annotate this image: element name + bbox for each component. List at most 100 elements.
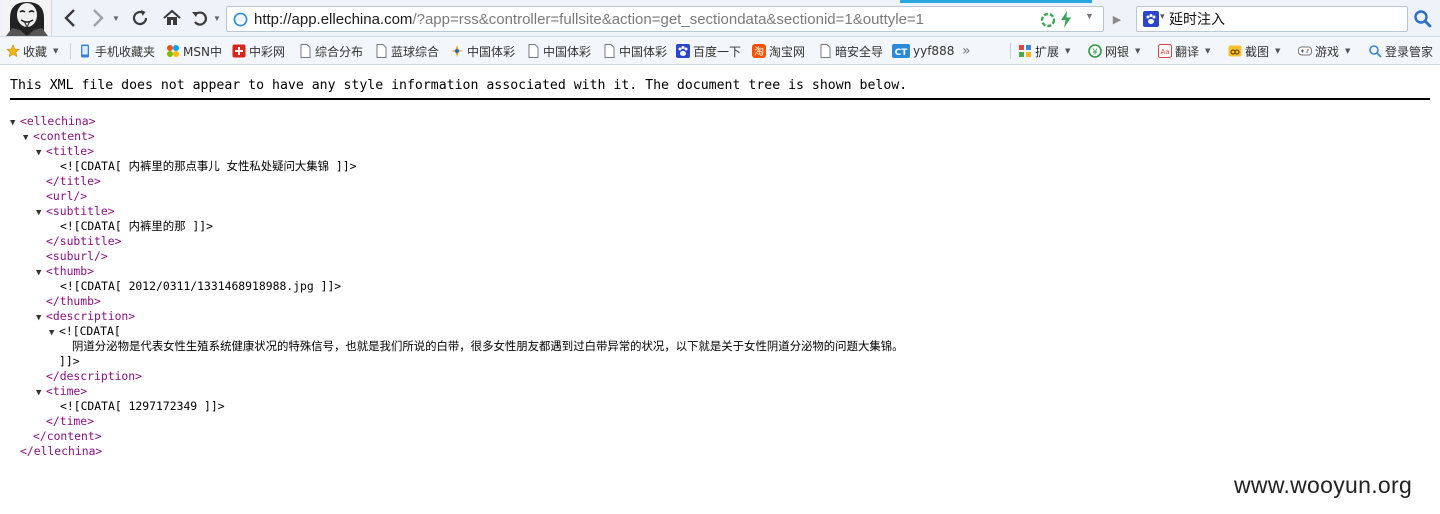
address-bar[interactable]: http://app.ellechina.com/?app=rss&contro… [226,6,1104,32]
toolbar-extensions[interactable]: 扩展 ▼ [1018,37,1070,65]
svg-text:淘: 淘 [754,45,764,58]
bookmark-ticai-2[interactable]: 中国体彩 [526,37,591,65]
bookmark-label: 百度一下 [693,44,742,59]
url-host: http://app.ellechina.com [254,11,413,28]
search-input[interactable] [1169,9,1399,29]
browser-toolbar: ▼ ▼ http://app.ellechina.com/?app=rss&co… [0,0,1440,37]
xml-line: ▼ <thumb> [10,264,904,279]
forward-button[interactable] [86,6,110,30]
bookmarks-more-button[interactable]: » [962,37,971,65]
xml-tag: <ellechina> [20,114,96,128]
xml-cdata: <![CDATA[ [59,324,121,338]
speed-mode-icon[interactable] [1060,11,1072,28]
go-button[interactable]: ▶ [1109,10,1125,28]
svg-text:¥: ¥ [1092,48,1097,57]
xml-line: </title> [10,174,904,189]
page-icon [298,44,312,58]
home-button[interactable] [160,6,184,30]
bookmark-yyf888[interactable]: CT yyf888 [892,37,954,65]
baidu-paw-icon [676,44,690,58]
address-history-dropdown[interactable]: ▼ [1085,11,1094,21]
chevron-down-icon: ▼ [213,13,221,23]
bookmark-anquan[interactable]: 暗安全导 [818,37,883,65]
svg-text:CT: CT [895,48,909,58]
bookmark-zonghe[interactable]: 综合分布 [298,37,363,65]
bookmark-favorites[interactable]: 收藏 ▼ [6,37,58,65]
home-icon [163,9,181,25]
bookmark-mobile[interactable]: 手机收藏夹 [78,37,155,65]
xml-line: </description> [10,369,904,384]
xml-line: <![CDATA[ 1297172349 ]]> [10,399,904,414]
toolbar-screenshot[interactable]: 截图 ▼ [1228,37,1280,65]
xml-line: </content> [10,429,904,444]
toolbar-games[interactable]: 游戏 ▼ [1298,37,1350,65]
loading-strip [900,0,1092,3]
xml-line: ▼ <description> [10,309,904,324]
bookmark-label: 手机收藏夹 [95,44,156,59]
bookmark-baidu[interactable]: 百度一下 [676,37,741,65]
xml-tag: </subtitle> [46,234,122,248]
security-check-icon[interactable] [1040,12,1056,28]
xml-cdata: <![CDATA[ 2012/0311/1331468918988.jpg ]]… [60,279,342,293]
bookmark-label: 蓝球综合 [391,44,440,59]
bookmark-separator [70,43,71,59]
xml-line: <![CDATA[ 2012/0311/1331468918988.jpg ]]… [10,279,904,294]
toolbar-label: 截图 [1245,44,1270,59]
search-button[interactable] [1410,6,1436,32]
xml-tag: <title> [46,144,95,158]
bookmark-zhongcai[interactable]: 中彩网 [232,37,285,65]
reload-icon [132,10,148,26]
msn-butterfly-icon [166,44,180,58]
xml-line: <![CDATA[ 内裤里的那点事儿 女性私处疑问大集锦 ]]> [10,159,904,174]
undo-close-button[interactable] [188,6,212,30]
anonymous-mask-icon [2,0,51,36]
bookmark-label: 中国体彩 [467,44,516,59]
bookmark-taobao[interactable]: 淘 淘宝网 [752,37,805,65]
xml-line: ▼ <title> [10,144,904,159]
translate-icon: Aa [1158,44,1172,58]
toolbar-translate[interactable]: Aa 翻译 ▼ [1158,37,1210,65]
undo-dropdown[interactable]: ▼ [212,6,222,30]
address-url[interactable]: http://app.ellechina.com/?app=rss&contro… [254,11,924,28]
xml-line: ▼ <time> [10,384,904,399]
bookmark-label: 淘宝网 [769,44,806,59]
toolbar-label: 翻译 [1175,44,1200,59]
xml-tag: <description> [46,309,136,323]
toolbar-label: 游戏 [1315,44,1340,59]
chevron-down-icon: ▼ [1205,47,1211,55]
search-icon [1414,10,1432,28]
play-icon: ▶ [1112,13,1122,26]
toolbar-label: 登录管家 [1385,44,1434,59]
page-icon [602,44,616,58]
bookmark-ticai-1[interactable]: 中国体彩 [450,37,515,65]
page-icon [526,44,540,58]
xml-line: </subtitle> [10,234,904,249]
forward-history-dropdown[interactable]: ▼ [110,6,122,30]
search-box[interactable]: ▾ [1136,6,1408,32]
bookmark-label: 中彩网 [249,44,286,59]
xml-tag: <thumb> [46,264,95,278]
forward-arrow-icon [93,9,104,27]
taobao-icon: 淘 [752,44,766,58]
reload-button[interactable] [128,6,152,30]
chevron-down-icon: ▼ [112,13,120,23]
xml-tree: ▼ <ellechina> ▼ <content> ▼ <title> <![CDAT… [10,114,904,459]
bookmark-label: yyf888 [913,44,955,58]
bookmark-label: 中国体彩 [543,44,592,59]
xml-line: <![CDATA[ 内裤里的那 ]]> [10,219,904,234]
back-arrow-icon [64,9,75,27]
toolbar-label: 网银 [1105,44,1130,59]
engine-dropdown[interactable]: ▾ [1160,11,1165,22]
toolbar-bank[interactable]: ¥ 网银 ▼ [1088,37,1140,65]
gamepad-icon [1298,44,1312,58]
back-button[interactable] [58,6,82,30]
page-icon [374,44,388,58]
bookmark-ticai-3[interactable]: 中国体彩 [602,37,667,65]
toolbar-login[interactable]: 登录管家 [1368,37,1433,65]
baidu-engine-icon[interactable] [1143,11,1159,27]
ct-icon: CT [892,44,910,58]
watermark: www.wooyun.org [1234,472,1413,498]
bookmark-lanqiu[interactable]: 蓝球综合 [374,37,439,65]
xml-line: ]]> [10,354,904,369]
bookmark-msn[interactable]: MSN中 [166,37,222,65]
